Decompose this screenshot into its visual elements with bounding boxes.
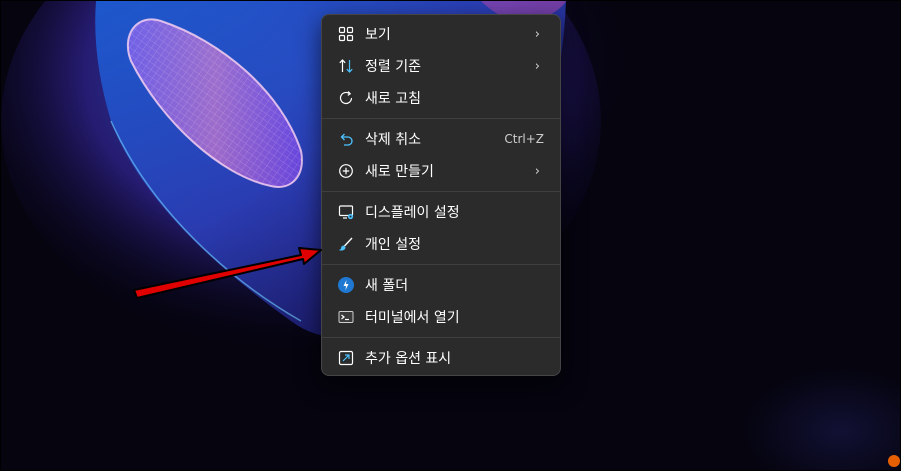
annotation-arrow-icon [133,247,322,299]
desktop-screenshot: 보기 › 정렬 기준 › 새로 고침 삭제 취소 Ctrl+Z 새로 만들기 ›… [0,0,901,471]
